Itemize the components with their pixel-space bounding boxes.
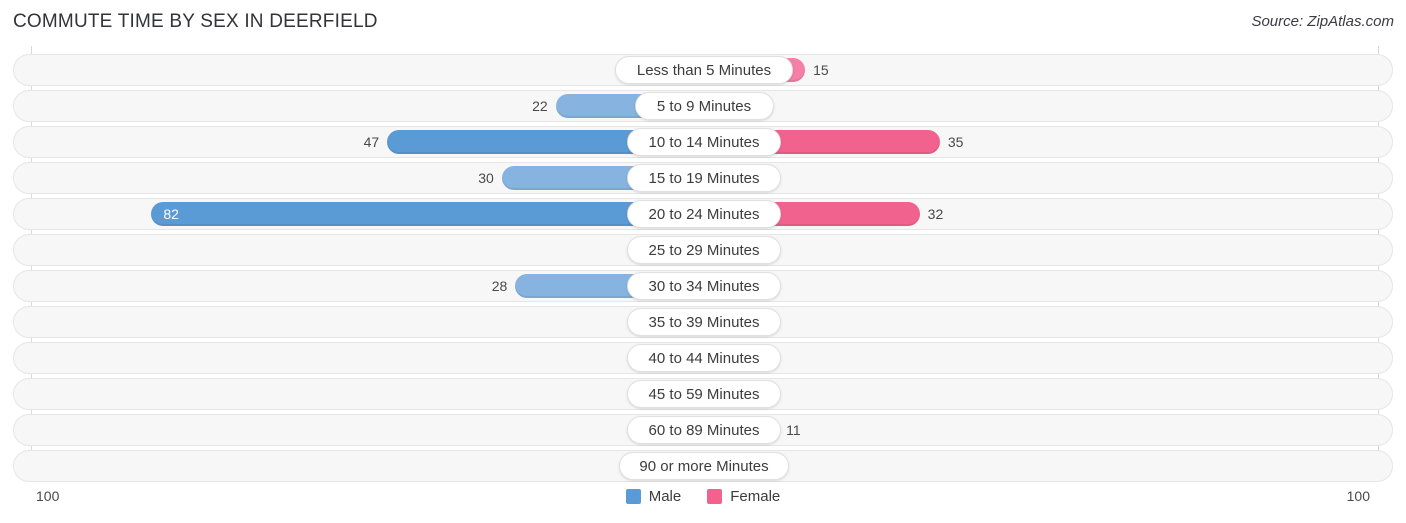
category-label-pill: 90 or more Minutes	[619, 452, 789, 480]
category-label-pill: 40 to 44 Minutes	[627, 344, 781, 372]
male-value-label: 22	[532, 98, 548, 114]
page-title: COMMUTE TIME BY SEX IN DEERFIELD	[13, 11, 378, 32]
chart-footer: 100 100 Male Female	[0, 480, 1406, 523]
legend-item[interactable]: Male	[625, 488, 682, 505]
legend-swatch-icon	[625, 489, 641, 504]
source-attribution: Source: ZipAtlas.com	[1251, 13, 1394, 30]
chart-row[interactable]: 47 35 10 to 14 Minutes	[13, 126, 1393, 158]
chart-row[interactable]: 01160 to 89 Minutes	[13, 414, 1393, 446]
chart-row[interactable]: 015Less than 5 Minutes	[13, 54, 1393, 86]
chart-row[interactable]: 2045 to 59 Minutes	[13, 378, 1393, 410]
chart-row[interactable]: 0635 to 39 Minutes	[13, 306, 1393, 338]
legend-swatch-icon	[707, 489, 723, 504]
category-label-pill: 45 to 59 Minutes	[627, 380, 781, 408]
chart-row[interactable]: 30715 to 19 Minutes	[13, 162, 1393, 194]
chart-row[interactable]: 0040 to 44 Minutes	[13, 342, 1393, 374]
legend-item[interactable]: Female	[707, 488, 780, 505]
category-label-pill: 35 to 39 Minutes	[627, 308, 781, 336]
male-value-label: 30	[478, 170, 494, 186]
female-value-label: 32	[927, 206, 944, 222]
category-label-pill: Less than 5 Minutes	[615, 56, 793, 84]
female-value-label: 35	[947, 134, 964, 150]
chart-row[interactable]: 0390 or more Minutes	[13, 450, 1393, 482]
chart-row[interactable]: 3825 to 29 Minutes	[13, 234, 1393, 266]
chart-row[interactable]: 28630 to 34 Minutes	[13, 270, 1393, 302]
category-label-pill: 5 to 9 Minutes	[634, 92, 774, 120]
chart-row[interactable]: 2205 to 9 Minutes	[13, 90, 1393, 122]
male-value-label: 47	[363, 134, 380, 150]
category-label-pill: 10 to 14 Minutes	[627, 128, 781, 156]
female-value-label: 15	[813, 62, 829, 78]
category-label-pill: 20 to 24 Minutes	[627, 200, 781, 228]
chart-header: COMMUTE TIME BY SEX IN DEERFIELD Source:…	[0, 0, 1406, 46]
category-label-pill: 60 to 89 Minutes	[627, 416, 781, 444]
category-label-pill: 30 to 34 Minutes	[627, 272, 781, 300]
chart-plot-area: 015Less than 5 Minutes2205 to 9 Minutes4…	[0, 46, 1406, 482]
female-value-label: 11	[786, 422, 801, 438]
legend-label: Female	[730, 488, 781, 505]
category-label-pill: 15 to 19 Minutes	[627, 164, 781, 192]
category-label-pill: 25 to 29 Minutes	[627, 236, 781, 264]
male-value-label: 28	[491, 278, 508, 294]
chart-legend: Male Female	[0, 488, 1406, 505]
legend-label: Male	[648, 488, 682, 505]
chart-row[interactable]: 82 32 20 to 24 Minutes	[13, 198, 1393, 230]
male-bar[interactable]	[151, 202, 704, 226]
male-value-label: 82	[163, 206, 179, 222]
